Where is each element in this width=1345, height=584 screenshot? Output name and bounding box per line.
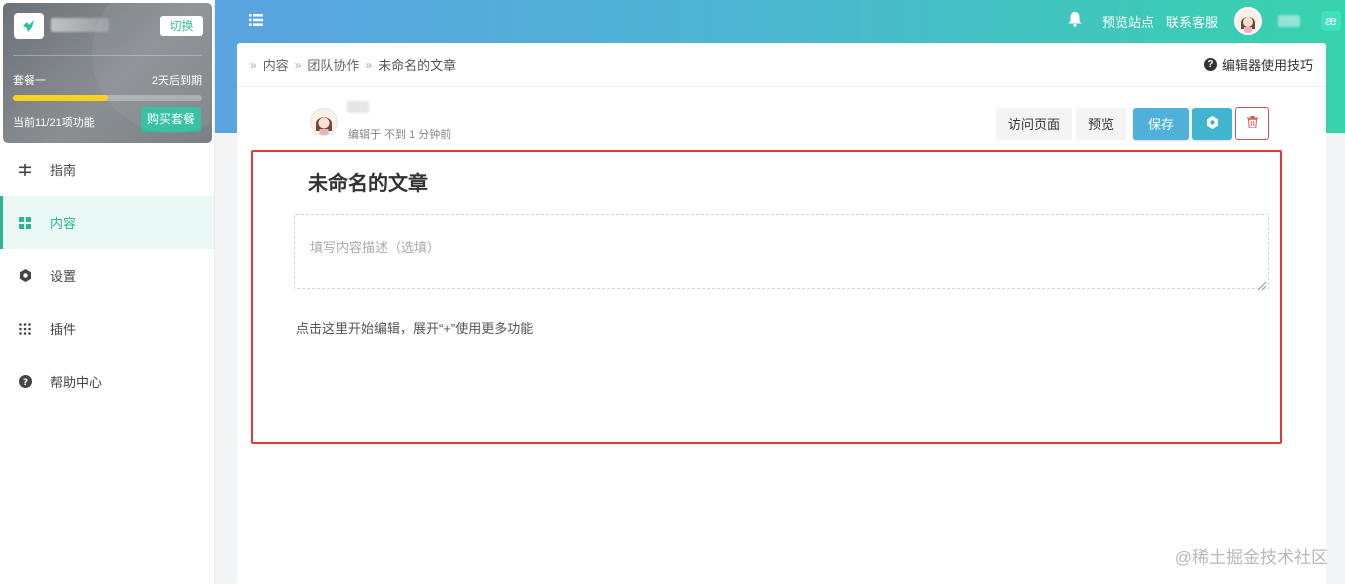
visit-page-button[interactable]: 访问页面 (995, 107, 1072, 140)
editor-tips-link[interactable]: ? 编辑器使用技巧 (1203, 43, 1313, 86)
grid-icon (18, 216, 32, 230)
account-name-blurred (51, 18, 109, 32)
switch-account-button[interactable]: 切换 (160, 16, 203, 36)
settings-button[interactable] (1192, 107, 1232, 140)
contact-service-link[interactable]: 联系客服 (1166, 12, 1218, 31)
sidebar-item-label: 帮助中心 (50, 375, 103, 390)
save-button[interactable]: 保存 (1133, 107, 1189, 140)
breadcrumb-current: 未命名的文章 (378, 58, 457, 73)
plan-progress-bar (13, 95, 202, 101)
article-title[interactable]: 未命名的文章 (308, 167, 428, 196)
breadcrumb-content[interactable]: 内容 (263, 55, 289, 74)
description-placeholder: 填写内容描述（选填） (310, 240, 441, 255)
description-textarea[interactable]: 填写内容描述（选填） (294, 214, 1269, 291)
sidebar-item-label: 内容 (50, 216, 77, 231)
delete-button[interactable] (1235, 107, 1269, 140)
editor-tips-label: 编辑器使用技巧 (1221, 58, 1313, 73)
brand-logo-icon (14, 13, 44, 39)
sidebar-item-settings[interactable]: 设置 (0, 249, 214, 302)
guide-icon (18, 163, 32, 177)
editor-body-hint[interactable]: 点击这里开始编辑，展开“+”使用更多功能 (296, 318, 533, 337)
plugins-icon (18, 322, 32, 336)
author-name-blurred (347, 101, 369, 113)
editor-actions: 访问页面 预览 保存 (995, 107, 1269, 140)
svg-text:?: ? (22, 378, 27, 388)
gear-icon (1206, 115, 1219, 132)
breadcrumb: » 内容 » 团队协作 » 未命名的文章 (250, 43, 456, 86)
chevron-right-icon: » (294, 57, 302, 72)
author-avatar (310, 108, 338, 136)
trash-icon (1246, 116, 1258, 131)
resize-grip-icon[interactable] (1257, 278, 1267, 291)
plan-progress-fill (13, 95, 108, 101)
settings-icon (18, 269, 32, 283)
buy-plan-button[interactable]: 购买套餐 (141, 107, 201, 132)
sidebar-item-guide[interactable]: 指南 (0, 143, 214, 196)
user-name-blurred (1278, 15, 1300, 27)
breadcrumb-team[interactable]: 团队协作 (307, 55, 359, 74)
card-divider (13, 55, 202, 56)
header-actions: 预览站点 联系客服 æ (1068, 0, 1345, 42)
feature-count: 当前11/21项功能 (13, 117, 95, 129)
plan-expire-text: 2天后到期 (151, 75, 202, 87)
sidebar-item-label: 插件 (50, 322, 77, 337)
preview-button[interactable]: 预览 (1075, 107, 1126, 140)
bell-icon[interactable] (1068, 12, 1082, 30)
account-card: 切换 套餐一 2天后到期 当前11/21项功能 购买套餐 (3, 3, 212, 143)
sidebar-item-content[interactable]: 内容 (0, 196, 214, 249)
sidebar-item-plugins[interactable]: 插件 (0, 302, 214, 355)
sidebar-item-label: 指南 (50, 163, 77, 178)
help-icon: ? (18, 375, 32, 389)
chevron-right-icon: » (250, 57, 257, 72)
panel-divider (237, 86, 1326, 87)
sidebar: 切换 套餐一 2天后到期 当前11/21项功能 购买套餐 指南 内容 设置 插件… (0, 0, 215, 584)
preview-site-link[interactable]: 预览站点 (1102, 12, 1154, 31)
help-icon: ? (1203, 58, 1217, 71)
sidebar-nav: 指南 内容 设置 插件 ? 帮助中心 (0, 143, 214, 408)
user-avatar[interactable] (1234, 7, 1262, 35)
sidebar-item-label: 设置 (50, 269, 77, 284)
brand-badge-icon: æ (1321, 11, 1341, 31)
watermark: @稀土掘金技术社区 (1174, 548, 1328, 567)
sidebar-item-help[interactable]: ? 帮助中心 (0, 355, 214, 408)
plan-name: 套餐一 (13, 75, 46, 87)
edited-time: 编辑于 不到 1 分钟前 (348, 129, 452, 141)
menu-icon[interactable] (249, 14, 263, 28)
chevron-right-icon: » (365, 57, 373, 72)
